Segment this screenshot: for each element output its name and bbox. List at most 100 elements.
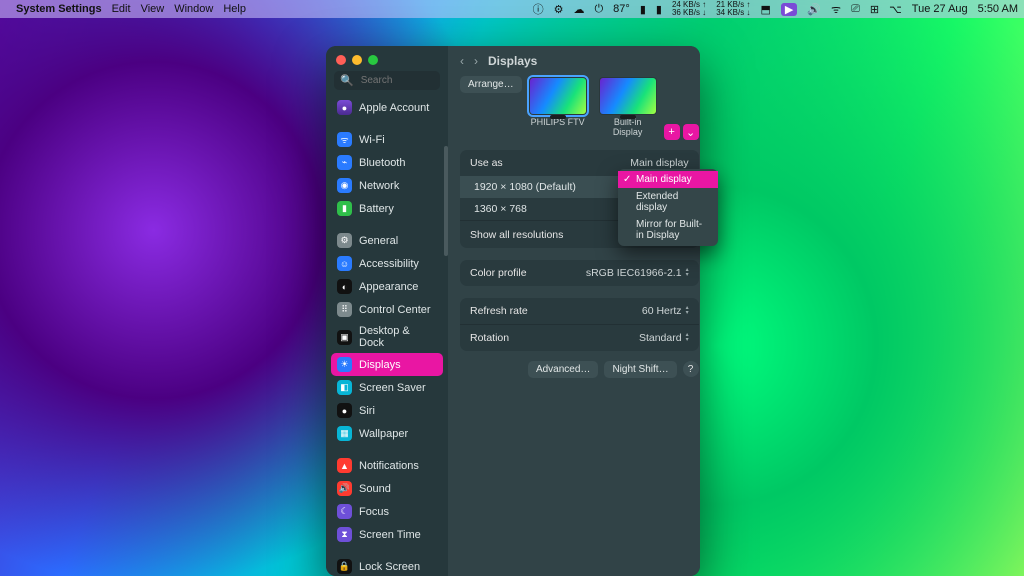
page-title: Displays	[488, 54, 537, 68]
net-stats-1[interactable]: 24 KB/s ↑36 KB/s ↓	[672, 1, 706, 17]
sidebar-item-focus[interactable]: ☾Focus	[331, 500, 443, 523]
footer-buttons: Advanced… Night Shift… ?	[448, 357, 700, 382]
close-icon[interactable]	[336, 55, 346, 65]
screentime-icon: ⧗	[337, 527, 352, 542]
dropdown-option-extended[interactable]: Extended display	[618, 188, 718, 216]
sidebar-item-displays[interactable]: ☀Displays	[331, 353, 443, 376]
display-thumb-1[interactable]	[530, 78, 586, 114]
sidebar-item-control-center[interactable]: ⠿Control Center	[331, 298, 443, 321]
sidebar-item-lock-screen[interactable]: 🔒 Lock Screen	[331, 555, 443, 576]
sidebar-item-label: Screen Saver	[359, 382, 426, 394]
minimize-icon[interactable]	[352, 55, 362, 65]
dropdown-option-mirror[interactable]: Mirror for Built-in Display	[618, 216, 718, 244]
sidebar-item-bluetooth[interactable]: ⌁ Bluetooth	[331, 151, 443, 174]
refresh-rotation-panel: Refresh rate 60 Hertz▴▾ Rotation Standar…	[460, 298, 699, 351]
sidebar-item-sound[interactable]: 🔊Sound	[331, 477, 443, 500]
menubar-time[interactable]: 5:50 AM	[978, 3, 1018, 15]
avatar-icon: ●	[337, 100, 352, 115]
sidebar-item-notifications[interactable]: ▲Notifications	[331, 454, 443, 477]
sidebar-item-wallpaper[interactable]: ▦ Wallpaper	[331, 422, 443, 445]
sidebar-item-label: Desktop & Dock	[359, 325, 437, 349]
refresh-label: Refresh rate	[470, 305, 528, 317]
battery-icon: ▮	[337, 201, 352, 216]
sidebar-search[interactable]: 🔍	[334, 71, 440, 90]
menu-window[interactable]: Window	[174, 3, 213, 15]
status-icon[interactable]: ⊞	[870, 3, 879, 16]
sidebar: 🔍 ● Apple Account ᯤWi-Fi ⌁ Bluetooth ◉Netw…	[326, 46, 448, 576]
sidebar-item-label: Wi-Fi	[359, 134, 385, 146]
arrange-button[interactable]: Arrange…	[460, 76, 522, 93]
use-as-label: Use as	[470, 157, 503, 169]
zoom-icon[interactable]	[368, 55, 378, 65]
sidebar-item-label: Wallpaper	[359, 428, 408, 440]
sidebar-item-label: Lock Screen	[359, 561, 420, 573]
sidebar-item-appearance[interactable]: ◐Appearance	[331, 275, 443, 298]
battery-icon[interactable]: ▮	[656, 3, 662, 16]
sidebar-item-accessibility[interactable]: ☺Accessibility	[331, 252, 443, 275]
sidebar-item-label: Screen Time	[359, 529, 421, 541]
refresh-popup[interactable]: 60 Hertz▴▾	[642, 305, 689, 317]
sidebar-item-screen-saver[interactable]: ◧ Screen Saver	[331, 376, 443, 399]
sidebar-item-wifi[interactable]: ᯤWi-Fi	[331, 128, 443, 151]
wallpaper-icon: ▦	[337, 426, 352, 441]
sidebar-item-label: Bluetooth	[359, 157, 405, 169]
forward-button[interactable]: ›	[474, 54, 478, 68]
screensaver-icon: ◧	[337, 380, 352, 395]
search-input[interactable]	[359, 74, 443, 87]
sidebar-item-label: Siri	[359, 405, 375, 417]
status-icon[interactable]: ⬒	[760, 3, 770, 16]
sidebar-item-general[interactable]: ⚙General	[331, 229, 443, 252]
accessibility-icon: ☺	[337, 256, 352, 271]
network-icon: ◉	[337, 178, 352, 193]
desktop-wallpaper: System Settings Edit View Window Help ⓘ …	[0, 0, 1024, 576]
gear-icon: ⚙	[337, 233, 352, 248]
sidebar-item-label: Notifications	[359, 460, 419, 472]
sidebar-item-apple-account[interactable]: ● Apple Account	[331, 96, 443, 119]
control-center-icon[interactable]: ⌥	[889, 3, 902, 16]
main-topbar: ‹ › Displays	[448, 46, 700, 76]
back-button[interactable]: ‹	[460, 54, 464, 68]
status-icon[interactable]: ⚙	[554, 3, 564, 16]
lock-icon: 🔒	[337, 559, 352, 574]
menu-help[interactable]: Help	[223, 3, 246, 15]
status-icon[interactable]: ☁︎	[573, 3, 584, 16]
menu-edit[interactable]: Edit	[112, 3, 131, 15]
sidebar-item-label: Appearance	[359, 281, 418, 293]
wifi-icon[interactable]: ᯤ	[831, 2, 841, 17]
battery-icon[interactable]: ▮	[640, 3, 646, 16]
displays-icon: ☀	[337, 357, 352, 372]
main-pane: ‹ › Displays Arrange… PHILIPS FTV Built-…	[448, 46, 700, 576]
sidebar-item-screen-time[interactable]: ⧗ Screen Time	[331, 523, 443, 546]
status-badge[interactable]: ▶	[781, 3, 797, 16]
sidebar-item-battery[interactable]: ▮ Battery	[331, 197, 443, 220]
sidebar-item-siri[interactable]: ●Siri	[331, 399, 443, 422]
volume-icon[interactable]: 🔊	[807, 3, 821, 16]
help-button[interactable]: ?	[683, 361, 699, 377]
display-thumb-2[interactable]	[600, 78, 656, 114]
net-stats-2[interactable]: 21 KB/s ↑34 KB/s ↓	[716, 1, 750, 17]
sidebar-item-desktop-dock[interactable]: ▣Desktop & Dock	[331, 321, 443, 353]
window-controls	[326, 46, 448, 71]
color-profile-popup[interactable]: sRGB IEC61966-2.1▴▾	[586, 267, 689, 279]
sidebar-item-label: Apple Account	[359, 102, 429, 114]
show-all-label: Show all resolutions	[470, 229, 563, 241]
use-as-popup[interactable]: Main display	[630, 157, 688, 169]
display-menu-button[interactable]: ⌄	[683, 124, 699, 140]
bluetooth-icon: ⌁	[337, 155, 352, 170]
status-icon[interactable]: ⓘ	[533, 1, 544, 17]
app-menu[interactable]: System Settings	[16, 3, 102, 15]
rotation-popup[interactable]: Standard▴▾	[639, 332, 689, 344]
temperature[interactable]: 87°	[613, 3, 630, 15]
advanced-button[interactable]: Advanced…	[528, 361, 598, 378]
rotation-label: Rotation	[470, 332, 509, 344]
sidebar-item-network[interactable]: ◉Network	[331, 174, 443, 197]
sidebar-item-label: Focus	[359, 506, 389, 518]
menubar-date[interactable]: Tue 27 Aug	[912, 3, 968, 15]
status-icon[interactable]: ⎚	[851, 3, 860, 16]
menu-view[interactable]: View	[141, 3, 165, 15]
add-display-button[interactable]: +	[664, 124, 680, 140]
sidebar-item-label: Battery	[359, 203, 394, 215]
night-shift-button[interactable]: Night Shift…	[604, 361, 676, 378]
dropdown-option-main[interactable]: Main display	[618, 171, 718, 188]
status-icon[interactable]: ⏻	[594, 3, 603, 16]
